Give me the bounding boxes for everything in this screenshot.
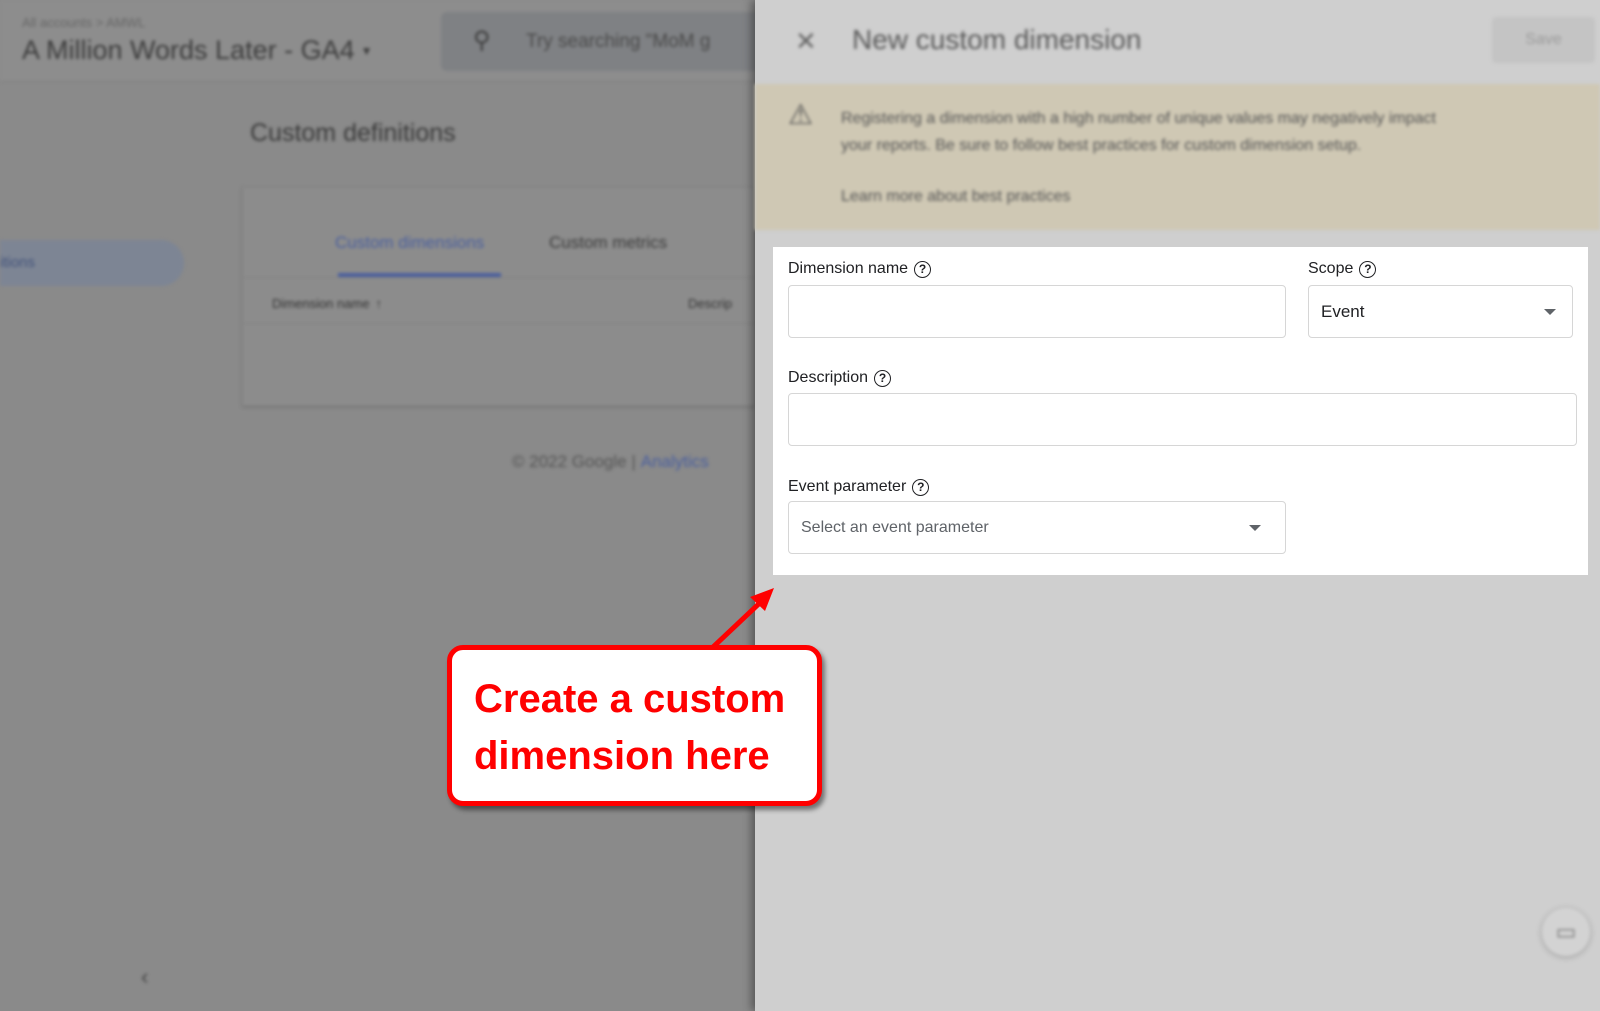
callout-line-1: Create a custom (474, 677, 786, 721)
annotation-arrow (710, 588, 774, 650)
annotation-callout: Create a custom dimension here (447, 645, 822, 806)
arrow-shaft (710, 597, 766, 650)
callout-line-2: dimension here (474, 734, 770, 778)
